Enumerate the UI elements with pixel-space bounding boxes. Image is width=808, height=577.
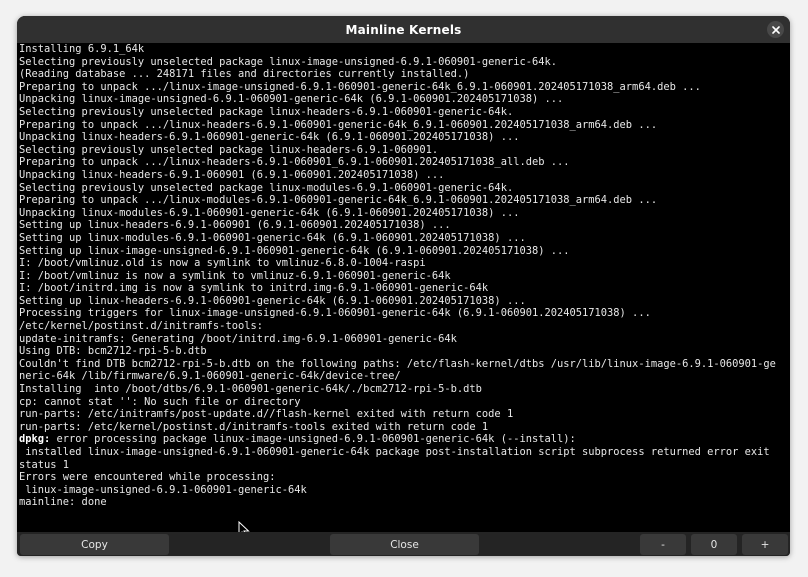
terminal-line: update-initramfs: Generating /boot/initr…: [19, 332, 457, 345]
terminal-line: Selecting previously unselected package …: [19, 105, 514, 118]
titlebar: Mainline Kernels: [17, 16, 790, 43]
terminal-line: (Reading database ... 248171 files and d…: [19, 68, 470, 81]
terminal-line: run-parts: /etc/initramfs/post-update.d/…: [19, 408, 514, 421]
terminal-line: Errors were encountered while processing…: [19, 471, 276, 484]
mainline-kernels-window: Mainline Kernels Installing 6.9.1_64k Sel…: [17, 16, 790, 556]
terminal-line: linux-image-unsigned-6.9.1-060901-generi…: [19, 483, 307, 496]
window-title: Mainline Kernels: [345, 22, 462, 37]
terminal-line: Unpacking linux-image-unsigned-6.9.1-060…: [19, 93, 564, 106]
zoom-out-button[interactable]: -: [640, 534, 686, 555]
terminal-line: I: /boot/vmlinuz.old is now a symlink to…: [19, 257, 426, 270]
terminal-line: I: /boot/vmlinuz is now a symlink to vml…: [19, 269, 451, 282]
terminal-line: Selecting previously unselected package …: [19, 55, 557, 68]
terminal-line: cp: cannot stat '': No such file or dire…: [19, 395, 301, 408]
close-button[interactable]: Close: [330, 534, 479, 555]
terminal-line: Setting up linux-image-unsigned-6.9.1-06…: [19, 244, 570, 257]
terminal-line: status 1: [19, 458, 70, 471]
terminal-line: Setting up linux-headers-6.9.1-060901 (6…: [19, 219, 451, 232]
terminal-line: Selecting previously unselected package …: [19, 181, 514, 194]
terminal-line: Setting up linux-modules-6.9.1-060901-ge…: [19, 231, 526, 244]
terminal-line: neric-64k /lib/firmware/6.9.1-060901-gen…: [19, 370, 401, 383]
terminal-line: mainline: done: [19, 496, 107, 509]
terminal-line: Unpacking linux-headers-6.9.1-060901-gen…: [19, 131, 520, 144]
terminal-line: run-parts: /etc/kernel/postinst.d/initra…: [19, 420, 489, 433]
zoom-level-value: 0: [691, 534, 737, 555]
terminal-line: Installing into /boot/dtbs/6.9.1-060901-…: [19, 383, 482, 396]
terminal-line: Couldn't find DTB bcm2712-rpi-5-b.dtb on…: [19, 357, 776, 370]
terminal-line: Installing 6.9.1_64k: [19, 43, 145, 55]
terminal-line: I: /boot/initrd.img is now a symlink to …: [19, 282, 489, 295]
terminal-line: Processing triggers for linux-image-unsi…: [19, 307, 651, 320]
terminal-line: installed linux-image-unsigned-6.9.1-060…: [19, 446, 770, 458]
terminal-output[interactable]: Installing 6.9.1_64k Selecting previously…: [17, 43, 790, 549]
terminal-line: dpkg: error processing package linux-ima…: [19, 433, 576, 446]
terminal-line: Preparing to unpack .../linux-modules-6.…: [19, 194, 658, 207]
terminal-line: Preparing to unpack .../linux-image-unsi…: [19, 80, 701, 93]
bottom-toolbar: Copy Close - 0 +: [17, 532, 790, 556]
copy-button[interactable]: Copy: [20, 534, 169, 555]
terminal-line: Preparing to unpack .../linux-headers-6.…: [19, 156, 570, 169]
terminal-line: Using DTB: bcm2712-rpi-5-b.dtb: [19, 345, 207, 358]
terminal-line: Unpacking linux-modules-6.9.1-060901-gen…: [19, 206, 520, 219]
terminal-line: /etc/kernel/postinst.d/initramfs-tools:: [19, 320, 263, 333]
terminal-line: Preparing to unpack .../linux-headers-6.…: [19, 118, 658, 131]
terminal-line: Setting up linux-headers-6.9.1-060901-ge…: [19, 294, 526, 307]
zoom-in-button[interactable]: +: [742, 534, 788, 555]
terminal-line: Unpacking linux-headers-6.9.1-060901 (6.…: [19, 168, 445, 181]
close-icon: [771, 25, 780, 34]
terminal-line: Selecting previously unselected package …: [19, 143, 439, 156]
close-window-button[interactable]: [767, 21, 784, 38]
